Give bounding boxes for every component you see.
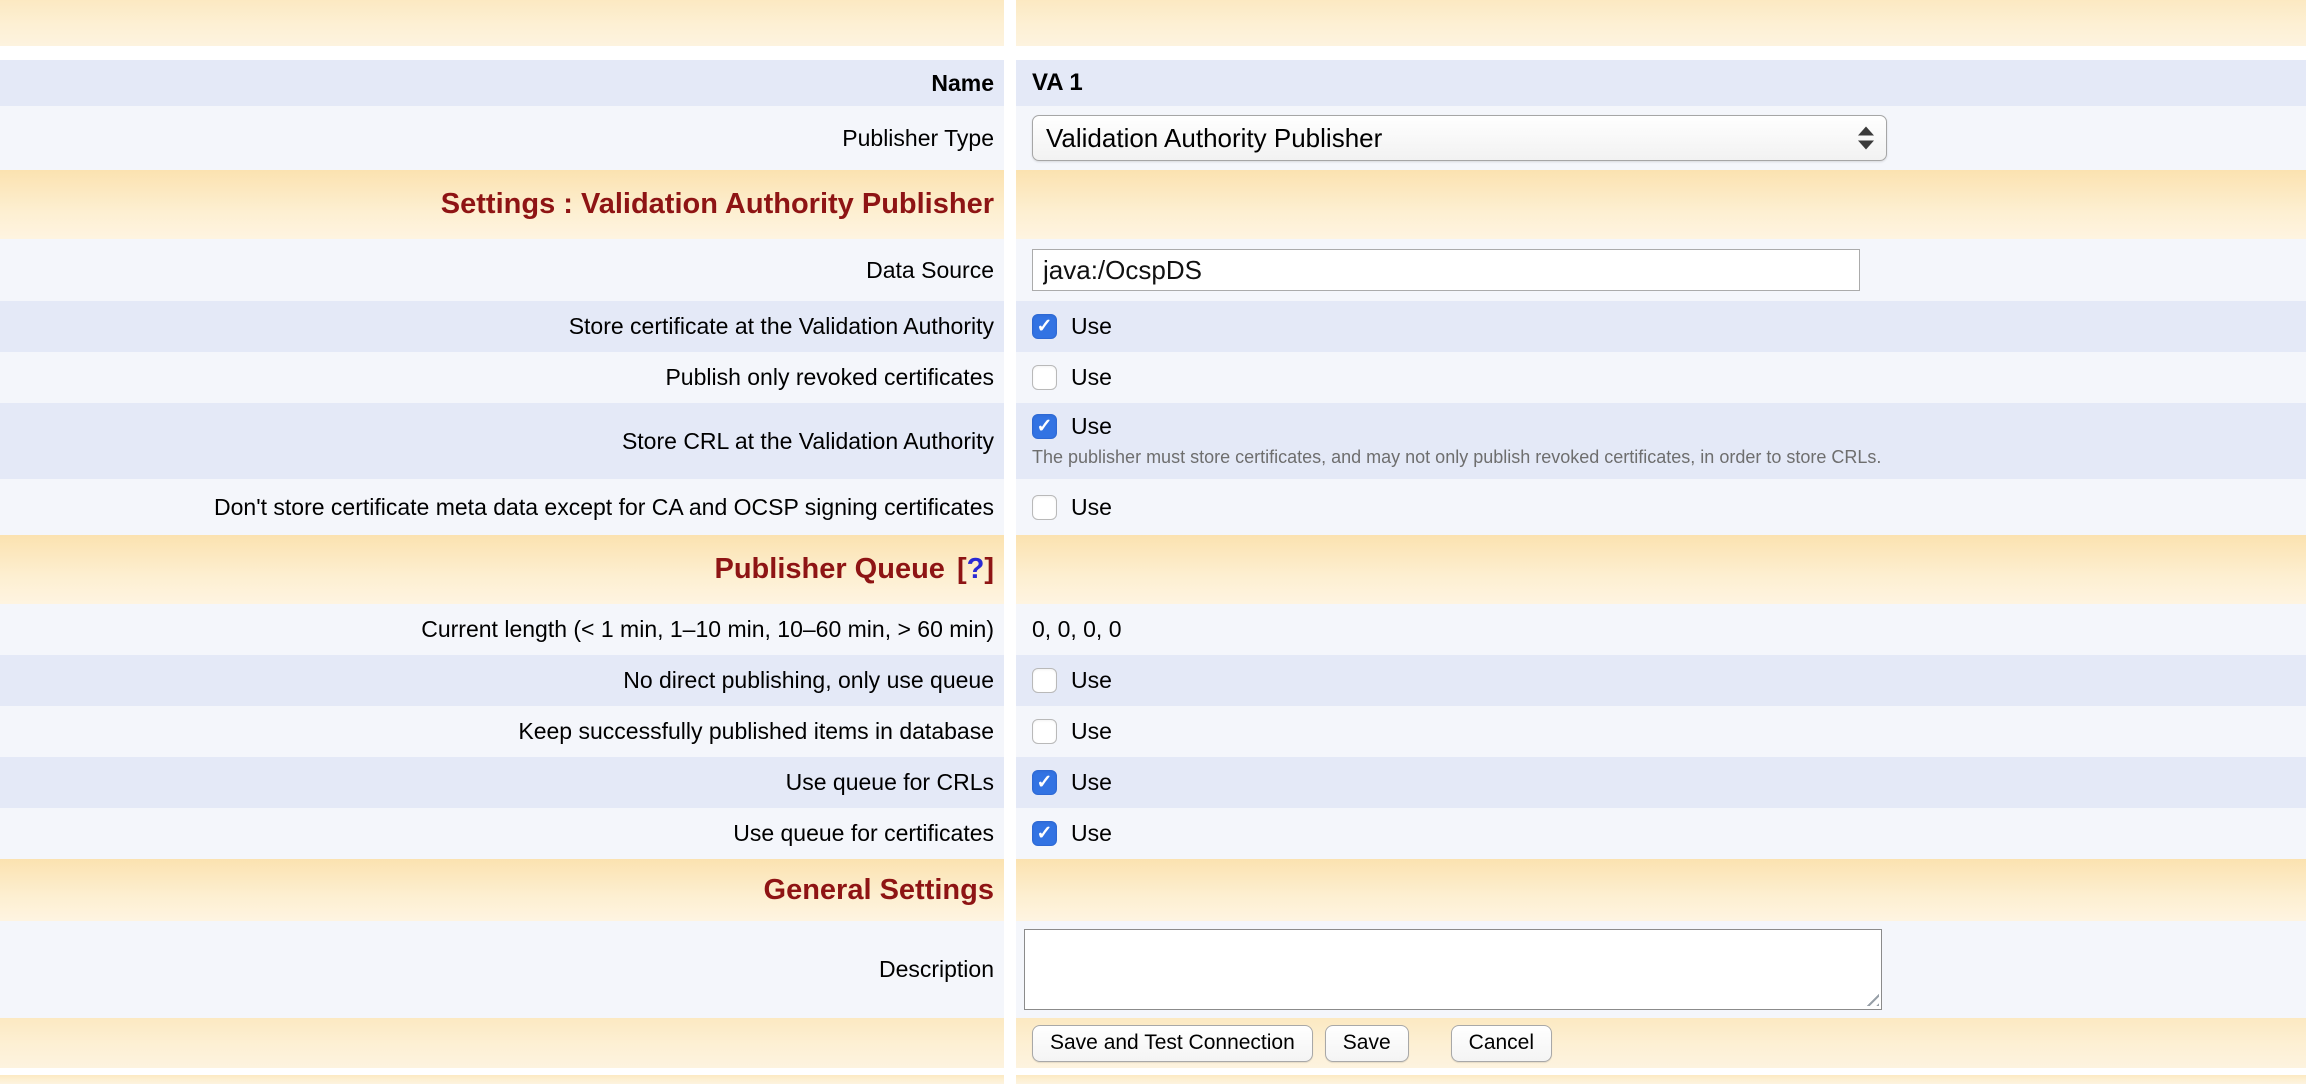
data-source-label: Data Source — [866, 256, 994, 285]
store-certificate-row: Store certificate at the Validation Auth… — [0, 301, 2306, 352]
dont-store-meta-label: Don't store certificate meta data except… — [214, 493, 994, 522]
keep-published-checkbox[interactable] — [1032, 719, 1057, 744]
no-direct-publishing-row: No direct publishing, only use queue Use — [0, 655, 2306, 706]
cancel-button[interactable]: Cancel — [1451, 1025, 1552, 1062]
store-crl-row: Store CRL at the Validation Authority Us… — [0, 403, 2306, 479]
queue-crls-use-label: Use — [1071, 769, 1112, 796]
publisher-type-row: Publisher Type Validation Authority Publ… — [0, 106, 2306, 170]
description-textarea[interactable] — [1024, 929, 1882, 1010]
dont-store-meta-checkbox[interactable] — [1032, 495, 1057, 520]
keep-published-label: Keep successfully published items in dat… — [518, 717, 994, 746]
publish-revoked-use-label: Use — [1071, 364, 1112, 391]
bottom-band — [0, 1075, 2306, 1084]
queue-crls-row: Use queue for CRLs Use — [0, 757, 2306, 808]
general-section-header: General Settings — [0, 859, 2306, 921]
description-label: Description — [879, 955, 994, 984]
help-bracket-open: [ — [957, 553, 967, 585]
queue-section-header: Publisher Queue[?] — [0, 535, 2306, 604]
keep-published-use-label: Use — [1071, 718, 1112, 745]
help-link[interactable]: ? — [967, 553, 985, 585]
name-row: Name VA 1 — [0, 60, 2306, 106]
queue-certificates-checkbox[interactable] — [1032, 821, 1057, 846]
publisher-type-select[interactable]: Validation Authority Publisher — [1032, 115, 1887, 161]
publish-revoked-row: Publish only revoked certificates Use — [0, 352, 2306, 403]
store-certificate-checkbox[interactable] — [1032, 314, 1057, 339]
queue-certificates-use-label: Use — [1071, 820, 1112, 847]
description-row: Description — [0, 921, 2306, 1018]
save-button[interactable]: Save — [1325, 1025, 1409, 1062]
queue-section-title: Publisher Queue[?] — [714, 553, 994, 586]
dont-store-meta-use-label: Use — [1071, 494, 1112, 521]
store-certificate-label: Store certificate at the Validation Auth… — [569, 312, 994, 341]
queue-crls-label: Use queue for CRLs — [786, 768, 994, 797]
settings-section-header: Settings : Validation Authority Publishe… — [0, 170, 2306, 239]
queue-crls-checkbox[interactable] — [1032, 770, 1057, 795]
data-source-row: Data Source — [0, 239, 2306, 301]
buttons-row: Save and Test Connection Save Cancel — [0, 1018, 2306, 1068]
bottom-spacer — [0, 1068, 2306, 1075]
select-stepper-icon — [1858, 127, 1874, 150]
publisher-type-selected-value: Validation Authority Publisher — [1046, 123, 1382, 154]
publisher-type-label: Publisher Type — [842, 124, 994, 153]
data-source-input[interactable] — [1032, 249, 1860, 291]
queue-length-row: Current length (< 1 min, 1–10 min, 10–60… — [0, 604, 2306, 655]
store-crl-label: Store CRL at the Validation Authority — [622, 427, 994, 456]
general-section-title: General Settings — [764, 874, 994, 907]
save-and-test-button[interactable]: Save and Test Connection — [1032, 1025, 1313, 1062]
queue-length-label: Current length (< 1 min, 1–10 min, 10–60… — [421, 615, 994, 644]
help-bracket-close: ] — [984, 553, 994, 585]
queue-certificates-label: Use queue for certificates — [733, 819, 994, 848]
top-band — [0, 0, 2306, 46]
dont-store-meta-row: Don't store certificate meta data except… — [0, 479, 2306, 535]
publish-revoked-checkbox[interactable] — [1032, 365, 1057, 390]
no-direct-publishing-label: No direct publishing, only use queue — [623, 666, 994, 695]
name-value: VA 1 — [1032, 69, 1083, 97]
queue-length-value: 0, 0, 0, 0 — [1032, 616, 1122, 643]
settings-section-title: Settings : Validation Authority Publishe… — [441, 188, 994, 221]
name-label: Name — [931, 69, 994, 98]
store-crl-note: The publisher must store certificates, a… — [1032, 447, 1881, 469]
store-crl-checkbox[interactable] — [1032, 414, 1057, 439]
top-spacer — [0, 46, 2306, 60]
store-certificate-use-label: Use — [1071, 313, 1112, 340]
no-direct-publishing-checkbox[interactable] — [1032, 668, 1057, 693]
keep-published-row: Keep successfully published items in dat… — [0, 706, 2306, 757]
queue-certificates-row: Use queue for certificates Use — [0, 808, 2306, 859]
no-direct-publishing-use-label: Use — [1071, 667, 1112, 694]
store-crl-use-label: Use — [1071, 413, 1112, 440]
publish-revoked-label: Publish only revoked certificates — [665, 363, 994, 392]
